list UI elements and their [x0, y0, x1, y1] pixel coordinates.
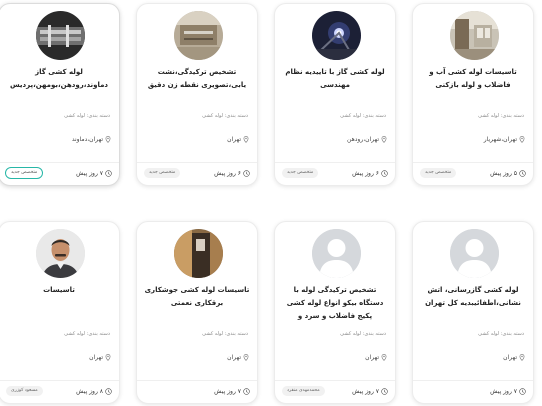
status-badge: متخصص جدید — [420, 168, 457, 178]
clock-icon — [519, 170, 526, 177]
clock-icon — [243, 170, 250, 177]
location: تهران — [365, 354, 387, 361]
expert-card[interactable]: لوله کشی گاز با تاییدیه نظام مهندسی دسته… — [274, 3, 396, 186]
user-icon — [450, 229, 499, 278]
time-posted: ۸ روز پیش — [76, 388, 112, 395]
status-badge: متخصص جدید — [5, 167, 44, 179]
category-label: دسته بندی: لوله کشی — [478, 113, 524, 119]
location: تهران — [227, 136, 249, 143]
divider — [413, 380, 533, 381]
category-label: دسته بندی: لوله کشی — [478, 331, 524, 337]
clock-icon — [243, 388, 250, 395]
category-label: دسته بندی: لوله کشی — [202, 113, 248, 119]
default-user-avatar — [450, 229, 499, 278]
card-title[interactable]: لوله کشی گاز با تاییدیه نظام مهندسی — [281, 66, 389, 98]
time-posted: ۵ روز پیش — [490, 170, 526, 177]
wall-pipe-photo — [174, 11, 223, 60]
time-posted: ۷ روز پیش — [352, 388, 388, 395]
category-label: دسته بندی: لوله کشی — [202, 331, 248, 337]
clock-icon — [519, 388, 526, 395]
location-text: تهران،شهریار — [483, 136, 517, 143]
clock-icon — [105, 170, 112, 177]
divider — [275, 380, 395, 381]
status-badge: متخصص جدید — [144, 168, 181, 178]
expert-card[interactable]: تاسیسات لوله کشی آب و فاضلاب و لوله بازک… — [412, 3, 534, 186]
divider — [0, 380, 119, 381]
time-posted: ۷ روز پیش — [490, 388, 526, 395]
welding-photo — [312, 11, 361, 60]
location: تهران — [227, 354, 249, 361]
location-pin-icon — [381, 136, 387, 143]
divider — [413, 162, 533, 163]
expert-card[interactable]: تاسیسات لوله کشی جوشکاری برقکاری نعمتی د… — [136, 221, 258, 404]
time-posted: ۶ روز پیش — [352, 170, 388, 177]
card-title[interactable]: تاسیسات — [5, 284, 113, 316]
expert-name-badge: محمدمهدی منفرد — [282, 386, 325, 396]
category-label: دسته بندی: لوله کشی — [64, 331, 110, 337]
location-pin-icon — [381, 354, 387, 361]
location-pin-icon — [243, 354, 249, 361]
default-user-avatar — [312, 229, 361, 278]
location: تهران — [89, 354, 111, 361]
location-pin-icon — [243, 136, 249, 143]
expert-name-badge: مسعود کوزری — [6, 386, 43, 396]
category-label: دسته بندی: لوله کشی — [64, 113, 110, 119]
card-title[interactable]: تشخیص ترکیدگی،نشت یابی،تصویری نقطه زن دق… — [143, 66, 251, 98]
location: تهران،شهریار — [484, 136, 525, 143]
card-title[interactable]: لوله کشی گازرسانی، اتش نشانی،اطفائیبدیه … — [419, 284, 527, 316]
category-label: دسته بندی: لوله کشی — [340, 331, 386, 337]
location-text: تهران،دماوند — [71, 136, 103, 143]
time-text: ۸ روز پیش — [76, 388, 103, 395]
expert-card[interactable]: لوله کشی گاز دماوند،رودهن،بومهن،پردیس دس… — [0, 3, 120, 186]
location-text: تهران — [365, 354, 379, 361]
card-title[interactable]: لوله کشی گاز دماوند،رودهن،بومهن،پردیس — [5, 66, 113, 98]
location-text: تهران — [227, 136, 241, 143]
expert-card[interactable]: لوله کشی گازرسانی، اتش نشانی،اطفائیبدیه … — [412, 221, 534, 404]
location: تهران،رودهن — [347, 136, 387, 143]
location: تهران — [503, 354, 525, 361]
card-title[interactable]: تشخیص ترکیدگی لوله با دستگاه بیکو انواع … — [281, 284, 389, 320]
time-text: ۵ روز پیش — [490, 170, 517, 177]
time-text: ۷ روز پیش — [76, 170, 103, 177]
time-posted: ۷ روز پیش — [214, 388, 250, 395]
clock-icon — [381, 388, 388, 395]
time-text: ۶ روز پیش — [214, 170, 241, 177]
expert-card[interactable]: تشخیص ترکیدگی لوله با دستگاه بیکو انواع … — [274, 221, 396, 404]
pipe-tools-photo — [36, 11, 85, 60]
location-text: تهران،رودهن — [347, 136, 379, 143]
expert-card[interactable]: تاسیسات دسته بندی: لوله کشی تهران ۸ روز … — [0, 221, 120, 404]
location-pin-icon — [519, 354, 525, 361]
time-posted: ۶ روز پیش — [214, 170, 250, 177]
divider — [137, 162, 257, 163]
divider — [275, 162, 395, 163]
location-pin-icon — [519, 136, 525, 143]
category-label: دسته بندی: لوله کشی — [340, 113, 386, 119]
card-title[interactable]: تاسیسات لوله کشی جوشکاری برقکاری نعمتی — [143, 284, 251, 316]
location-text: تهران — [89, 354, 103, 361]
time-text: ۷ روز پیش — [490, 388, 517, 395]
man-portrait — [36, 229, 85, 278]
time-text: ۷ روز پیش — [352, 388, 379, 395]
location-pin-icon — [105, 136, 111, 143]
status-badge: متخصص جدید — [282, 168, 319, 178]
clock-icon — [105, 388, 112, 395]
time-posted: ۷ روز پیش — [76, 170, 112, 177]
location-pin-icon — [105, 354, 111, 361]
time-text: ۷ روز پیش — [214, 388, 241, 395]
location-text: تهران — [503, 354, 517, 361]
clock-icon — [381, 170, 388, 177]
location: تهران،دماوند — [72, 136, 111, 143]
card-title[interactable]: تاسیسات لوله کشی آب و فاضلاب و لوله بازک… — [419, 66, 527, 98]
expert-card[interactable]: تشخیص ترکیدگی،نشت یابی،تصویری نقطه زن دق… — [136, 3, 258, 186]
doorway-photo — [174, 229, 223, 278]
location-text: تهران — [227, 354, 241, 361]
time-text: ۶ روز پیش — [352, 170, 379, 177]
divider — [0, 162, 119, 163]
divider — [137, 380, 257, 381]
user-icon — [312, 229, 361, 278]
bathroom-photo — [450, 11, 499, 60]
